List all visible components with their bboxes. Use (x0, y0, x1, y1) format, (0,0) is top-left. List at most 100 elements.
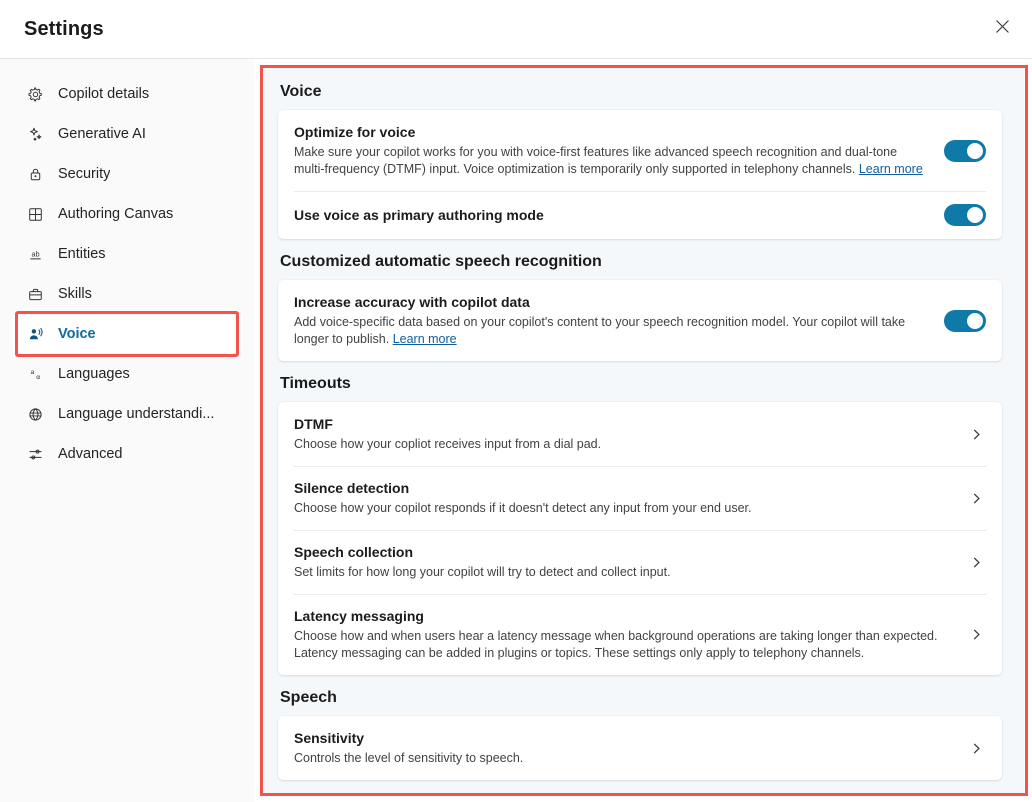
briefcase-icon (26, 285, 44, 303)
settings-card: Optimize for voice Make sure your copilot… (278, 110, 1002, 239)
globe-brain-icon (26, 405, 44, 423)
dialog-body: Copilot details Generative AI Security Auth… (0, 59, 1032, 802)
setting-text: Increase accuracy with copilot data Add v… (294, 293, 944, 348)
section-title: Voice (280, 83, 1002, 101)
translate-icon: aα (26, 365, 44, 383)
setting-text: Sensitivity Controls the level of sensiti… (294, 729, 966, 767)
sidebar-item-label: Languages (58, 366, 130, 382)
sidebar-item-highlight-outline (15, 311, 239, 357)
setting-toggle[interactable] (944, 310, 986, 332)
section-title: Speech (280, 689, 1002, 707)
sliders-icon (26, 445, 44, 463)
setting-title: Speech collection (294, 543, 948, 562)
setting-row[interactable]: Speech collection Set limits for how long… (278, 530, 1002, 594)
setting-text: Use voice as primary authoring mode (294, 206, 944, 225)
setting-title: Silence detection (294, 479, 948, 498)
section-title: Customized automatic speech recognition (280, 253, 1002, 271)
sidebar-item-label: Skills (58, 286, 92, 302)
dialog-titlebar: Settings (0, 0, 1032, 59)
settings-card: DTMF Choose how your copliot receives inp… (278, 402, 1002, 675)
svg-text:a: a (30, 368, 34, 375)
setting-title: Sensitivity (294, 729, 948, 748)
setting-text: Latency messaging Choose how and when use… (294, 607, 966, 662)
page-title: Settings (24, 18, 104, 41)
setting-row: Use voice as primary authoring mode (278, 191, 1002, 239)
grid-icon (26, 205, 44, 223)
setting-text: Silence detection Choose how your copilot… (294, 479, 966, 517)
voice-settings-panel: Voice Optimize for voice Make sure your co… (262, 67, 1024, 794)
close-button[interactable] (986, 13, 1018, 45)
setting-text: Optimize for voice Make sure your copilot… (294, 123, 944, 178)
settings-card: Increase accuracy with copilot data Add v… (278, 280, 1002, 361)
setting-title: Use voice as primary authoring mode (294, 206, 926, 225)
sidebar-item-voice[interactable]: Voice (12, 315, 242, 353)
sidebar-item-label: Copilot details (58, 86, 149, 102)
toggle-knob (967, 313, 983, 329)
setting-description-text: Add voice-specific data based on your co… (294, 315, 905, 346)
setting-row[interactable]: Latency messaging Choose how and when use… (278, 594, 1002, 675)
svg-text:α: α (36, 372, 40, 380)
chevron-right-icon[interactable] (966, 488, 986, 508)
sidebar-item-copilot-details[interactable]: Copilot details (12, 75, 242, 113)
sidebar-item-security[interactable]: Security (12, 155, 242, 193)
person-speaking-icon (26, 325, 44, 343)
content-region: Voice Optimize for voice Make sure your co… (254, 59, 1032, 802)
sidebar-item-label: Authoring Canvas (58, 206, 173, 222)
setting-title: Optimize for voice (294, 123, 926, 142)
section-title: Timeouts (280, 375, 1002, 393)
setting-toggle[interactable] (944, 140, 986, 162)
setting-toggle[interactable] (944, 204, 986, 226)
learn-more-link[interactable]: Learn more (393, 332, 457, 346)
setting-description-text: Choose how and when users hear a latency… (294, 629, 937, 660)
learn-more-link[interactable]: Learn more (859, 162, 923, 176)
setting-row: Increase accuracy with copilot data Add v… (278, 280, 1002, 361)
setting-row[interactable]: Sensitivity Controls the level of sensiti… (278, 716, 1002, 780)
toggle-knob (967, 207, 983, 223)
setting-title: Increase accuracy with copilot data (294, 293, 926, 312)
setting-title: DTMF (294, 415, 948, 434)
close-icon (995, 19, 1010, 39)
setting-description: Choose how and when users hear a latency… (294, 628, 948, 662)
setting-description-text: Controls the level of sensitivity to spe… (294, 751, 523, 765)
setting-description-text: Choose how your copilot responds if it d… (294, 501, 752, 515)
chevron-right-icon[interactable] (966, 625, 986, 645)
sidebar-item-label: Entities (58, 246, 106, 262)
chevron-right-icon[interactable] (966, 424, 986, 444)
setting-description: Add voice-specific data based on your co… (294, 314, 926, 348)
setting-description: Choose how your copliot receives input f… (294, 436, 948, 453)
setting-description: Choose how your copilot responds if it d… (294, 500, 948, 517)
chevron-right-icon[interactable] (966, 738, 986, 758)
sidebar-item-language-understandi[interactable]: Language understandi... (12, 395, 242, 433)
sidebar-item-skills[interactable]: Skills (12, 275, 242, 313)
sidebar-item-label: Advanced (58, 446, 123, 462)
sidebar-item-label: Language understandi... (58, 406, 214, 422)
setting-description-text: Set limits for how long your copilot wil… (294, 565, 671, 579)
setting-description-text: Choose how your copliot receives input f… (294, 437, 601, 451)
svg-text:ab: ab (31, 249, 39, 258)
settings-dialog: Settings Copilot details Generative AI Sec… (0, 0, 1032, 802)
setting-title: Latency messaging (294, 607, 948, 626)
lock-icon (26, 165, 44, 183)
setting-description: Controls the level of sensitivity to spe… (294, 750, 948, 767)
sidebar-item-authoring-canvas[interactable]: Authoring Canvas (12, 195, 242, 233)
sidebar-item-entities[interactable]: ab Entities (12, 235, 242, 273)
sparkle-icon (26, 125, 44, 143)
sidebar-item-generative-ai[interactable]: Generative AI (12, 115, 242, 153)
setting-row[interactable]: Silence detection Choose how your copilot… (278, 466, 1002, 530)
settings-card: Sensitivity Controls the level of sensiti… (278, 716, 1002, 780)
setting-text: Speech collection Set limits for how long… (294, 543, 966, 581)
ab-text-icon: ab (26, 245, 44, 263)
sidebar-item-advanced[interactable]: Advanced (12, 435, 242, 473)
setting-description: Make sure your copilot works for you wit… (294, 144, 926, 178)
sidebar-item-label: Generative AI (58, 126, 146, 142)
sidebar-item-languages[interactable]: aα Languages (12, 355, 242, 393)
gear-icon (26, 85, 44, 103)
chevron-right-icon[interactable] (966, 552, 986, 572)
setting-row[interactable]: DTMF Choose how your copliot receives inp… (278, 402, 1002, 466)
setting-description-text: Make sure your copilot works for you wit… (294, 145, 897, 176)
sidebar-item-label: Voice (58, 326, 96, 342)
sidebar-item-label: Security (58, 166, 110, 182)
setting-row: Optimize for voice Make sure your copilot… (278, 110, 1002, 191)
toggle-knob (967, 143, 983, 159)
setting-text: DTMF Choose how your copliot receives inp… (294, 415, 966, 453)
